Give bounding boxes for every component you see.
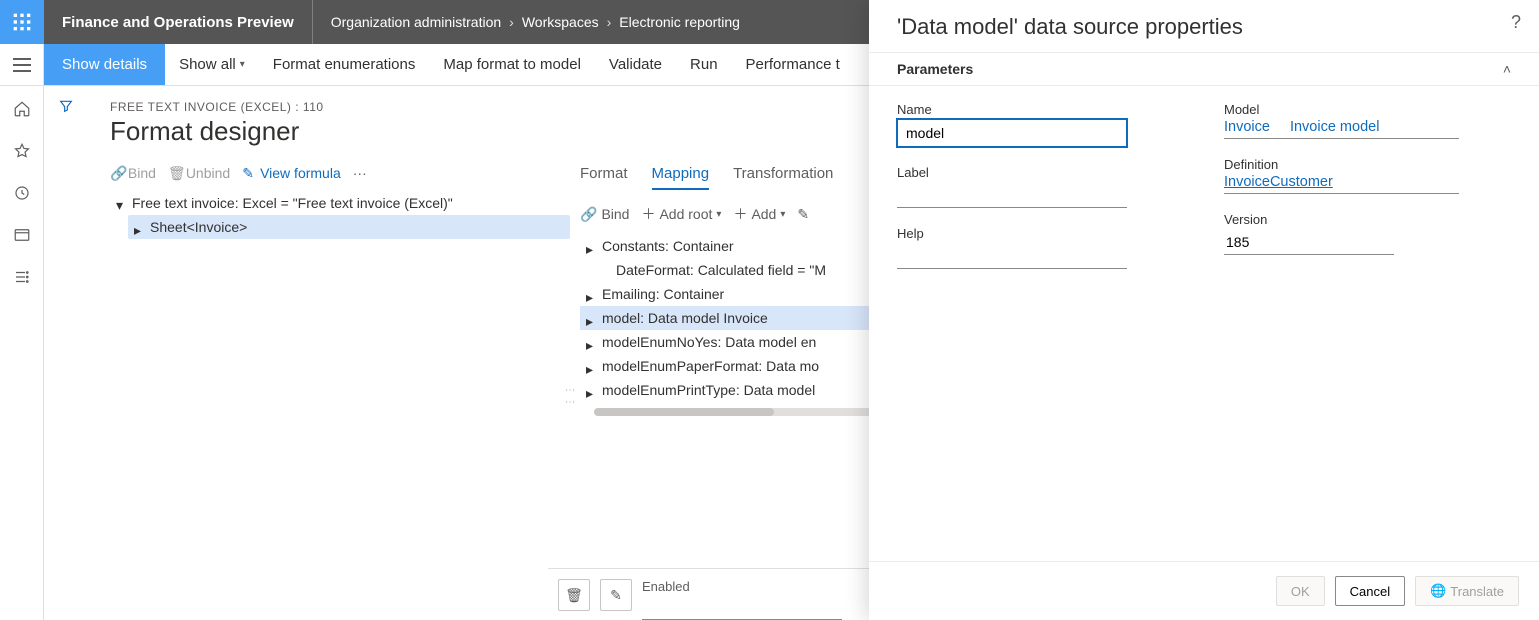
version-input[interactable] [1224, 229, 1394, 255]
breadcrumb-item[interactable]: Workspaces [522, 14, 599, 30]
bind-button[interactable]: 🔗Bind [580, 206, 629, 223]
home-icon[interactable] [13, 100, 31, 118]
chevron-right-icon: › [607, 14, 612, 30]
properties-panel: ? 'Data model' data source properties Pa… [869, 0, 1539, 620]
breadcrumb-item[interactable]: Organization administration [331, 14, 501, 30]
cmd-format-enumerations[interactable]: Format enumerations [259, 44, 430, 85]
splitter-handle[interactable]: ⋮⋮ [564, 385, 575, 409]
model-link-invoice-model[interactable]: Invoice model [1290, 119, 1379, 135]
scrollbar-thumb[interactable] [594, 408, 774, 416]
tree-expand-icon[interactable]: ▸ [586, 289, 596, 299]
product-title: Finance and Operations Preview [44, 0, 313, 44]
cmd-show-all[interactable]: Show all▾ [165, 44, 259, 85]
delete-button[interactable]: 🗑 [558, 579, 590, 611]
unbind-button[interactable]: 🗑 Unbind [168, 165, 230, 181]
modules-icon[interactable] [13, 268, 31, 286]
hamburger-icon [13, 58, 31, 72]
translate-button[interactable]: 🌐Translate [1415, 576, 1519, 606]
definition-link[interactable]: InvoiceCustomer [1224, 174, 1333, 190]
trash-icon: 🗑 [168, 165, 182, 179]
waffle-icon [12, 12, 32, 32]
plus-icon: ＋ [641, 204, 655, 224]
tree-expand-icon[interactable]: ▸ [586, 385, 596, 395]
add-button[interactable]: ＋Add▾ [733, 204, 785, 224]
cmd-validate[interactable]: Validate [595, 44, 676, 85]
recent-icon[interactable] [13, 184, 31, 202]
ok-button[interactable]: OK [1276, 576, 1325, 606]
tree-expand-icon[interactable]: ▸ [134, 222, 144, 232]
definition-field: InvoiceCustomer [1224, 174, 1459, 194]
chevron-down-icon: ▾ [716, 209, 721, 220]
plus-icon: ＋ [733, 204, 747, 224]
tree-expand-icon[interactable]: ▾ [116, 197, 126, 207]
app-launcher-button[interactable] [0, 0, 44, 44]
breadcrumb-item[interactable]: Electronic reporting [619, 14, 740, 30]
help-button[interactable]: ? [1511, 12, 1521, 33]
nav-toggle-button[interactable] [0, 44, 44, 85]
chevron-down-icon: ▾ [240, 59, 245, 70]
parameters-section-header[interactable]: Parameters ˄ [869, 52, 1539, 86]
tree-node-root[interactable]: ▾ Free text invoice: Excel = "Free text … [110, 191, 570, 215]
model-link-invoice[interactable]: Invoice [1224, 119, 1270, 135]
workspace-icon[interactable] [13, 226, 31, 244]
star-icon[interactable] [13, 142, 31, 160]
tab-transformation[interactable]: Transformation [733, 165, 833, 190]
link-icon: 🔗 [580, 206, 597, 223]
model-label: Model [1224, 102, 1511, 117]
tree-expand-icon[interactable]: ▸ [586, 337, 596, 347]
label-label: Label [897, 165, 1184, 180]
enabled-field[interactable] [642, 594, 842, 620]
enabled-label: Enabled [642, 579, 842, 594]
chevron-up-icon: ˄ [1503, 61, 1511, 77]
show-details-button[interactable]: Show details [44, 44, 165, 85]
breadcrumb: Organization administration › Workspaces… [313, 14, 758, 30]
tree-node-sheet[interactable]: ▸ Sheet<Invoice> [128, 215, 570, 239]
help-input[interactable] [897, 243, 1127, 269]
panel-title: 'Data model' data source properties [897, 14, 1511, 40]
add-root-button[interactable]: ＋Add root▾ [641, 204, 721, 224]
trash-icon: 🗑 [565, 587, 583, 604]
tab-mapping[interactable]: Mapping [652, 165, 710, 190]
edit-button[interactable]: ✎ [797, 206, 809, 223]
bind-button[interactable]: 🔗 Bind [110, 165, 156, 181]
tree-expand-icon[interactable]: ▸ [586, 313, 596, 323]
cmd-performance[interactable]: Performance t [732, 44, 854, 85]
chevron-right-icon: › [509, 14, 514, 30]
cmd-map-format[interactable]: Map format to model [429, 44, 595, 85]
definition-label: Definition [1224, 157, 1511, 172]
link-icon: 🔗 [110, 165, 124, 179]
version-label: Version [1224, 212, 1511, 227]
edit-button[interactable]: ✎ [600, 579, 632, 611]
pencil-icon: ✎ [242, 165, 256, 179]
tree-expand-icon[interactable]: ▸ [586, 241, 596, 251]
filter-icon[interactable] [58, 98, 74, 620]
name-label: Name [897, 102, 1184, 117]
help-label: Help [897, 226, 1184, 241]
tab-format[interactable]: Format [580, 165, 628, 190]
pencil-icon: ✎ [610, 587, 622, 604]
chevron-down-icon: ▾ [780, 209, 785, 220]
translate-icon: 🌐 [1430, 583, 1446, 599]
horizontal-scrollbar[interactable] [594, 408, 874, 416]
pencil-icon: ✎ [797, 206, 809, 223]
left-nav-rail [0, 86, 44, 620]
cancel-button[interactable]: Cancel [1335, 576, 1405, 606]
label-input[interactable] [897, 182, 1127, 208]
tree-expand-icon[interactable]: ▸ [586, 361, 596, 371]
more-button[interactable]: ··· [353, 165, 367, 181]
model-field: Invoice Invoice model [1224, 119, 1459, 139]
cmd-run[interactable]: Run [676, 44, 732, 85]
name-input[interactable] [897, 119, 1127, 147]
view-formula-button[interactable]: ✎ View formula [242, 165, 341, 181]
